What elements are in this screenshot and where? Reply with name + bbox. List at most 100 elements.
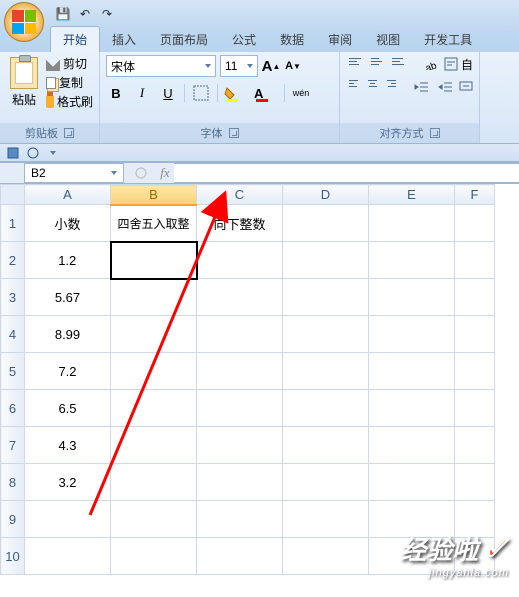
row-header[interactable]: 8 [1,464,25,501]
row-header[interactable]: 9 [1,501,25,538]
orientation-button[interactable]: ab [420,55,440,73]
cell[interactable]: 向下整数 [197,205,283,242]
cell[interactable] [283,390,369,427]
cell[interactable] [197,279,283,316]
cell[interactable] [369,464,455,501]
tab-review[interactable]: 审阅 [316,27,364,52]
col-header-c[interactable]: C [197,185,283,205]
row-header[interactable]: 5 [1,353,25,390]
cell[interactable] [111,427,197,464]
increase-font-button[interactable]: A▲ [262,56,280,76]
clipboard-launcher-icon[interactable] [64,128,74,138]
tab-home[interactable]: 开始 [50,26,100,52]
col-header-d[interactable]: D [283,185,369,205]
undo-icon[interactable]: ↶ [76,5,94,23]
font-launcher-icon[interactable] [229,128,239,138]
cell[interactable] [455,279,495,316]
cell[interactable] [369,427,455,464]
cell[interactable]: 7.2 [25,353,111,390]
col-header-f[interactable]: F [455,185,495,205]
tab-dev[interactable]: 开发工具 [412,27,484,52]
cell[interactable] [283,501,369,538]
tab-view[interactable]: 视图 [364,27,412,52]
underline-button[interactable]: U [158,83,178,103]
align-right-button[interactable] [384,77,399,95]
cell[interactable] [197,390,283,427]
fill-color-button[interactable] [224,83,248,103]
col-header-b[interactable]: B [111,185,197,205]
copy-button[interactable]: 复制 [46,74,93,91]
align-left-button[interactable] [346,77,361,95]
office-button[interactable] [4,2,44,42]
aux-button-1[interactable] [4,146,22,160]
cell[interactable]: 3.2 [25,464,111,501]
cell[interactable] [283,279,369,316]
row-header[interactable]: 1 [1,205,25,242]
cell[interactable]: 小数 [25,205,111,242]
cell[interactable] [283,538,369,575]
cell[interactable] [197,501,283,538]
cell[interactable] [111,464,197,501]
cell[interactable] [455,242,495,279]
cell[interactable] [283,316,369,353]
cell[interactable] [111,353,197,390]
row-header[interactable]: 4 [1,316,25,353]
insert-function-button[interactable]: fx [156,164,174,182]
cell[interactable] [25,538,111,575]
cancel-formula-button[interactable] [132,164,150,182]
cell[interactable] [455,316,495,353]
wrap-text-button[interactable]: 自 [444,55,473,73]
name-box[interactable]: B2 [24,163,124,183]
cell[interactable] [25,501,111,538]
decrease-indent-button[interactable] [411,77,431,95]
cell[interactable] [197,464,283,501]
redo-icon[interactable]: ↷ [98,5,116,23]
cell[interactable]: 4.3 [25,427,111,464]
phonetic-button[interactable]: wén [291,83,311,103]
aux-button-2[interactable] [24,146,42,160]
save-icon[interactable]: 💾 [54,5,72,23]
align-center-button[interactable] [365,77,380,95]
row-header[interactable]: 2 [1,242,25,279]
cell[interactable] [369,242,455,279]
align-middle-button[interactable] [368,55,386,73]
bold-button[interactable]: B [106,83,126,103]
align-bottom-button[interactable] [389,55,407,73]
increase-indent-button[interactable] [435,77,455,95]
cell[interactable] [111,538,197,575]
cell[interactable] [111,279,197,316]
cell[interactable] [197,538,283,575]
row-header[interactable]: 3 [1,279,25,316]
align-top-button[interactable] [346,55,364,73]
select-all-corner[interactable] [1,185,25,205]
cell[interactable] [283,353,369,390]
paste-button[interactable]: 粘贴 [6,55,42,110]
row-header[interactable]: 10 [1,538,25,575]
tab-data[interactable]: 数据 [268,27,316,52]
cell[interactable]: 四舍五入取整 [111,205,197,242]
cell[interactable] [369,353,455,390]
merge-button[interactable] [459,77,473,95]
cell[interactable] [369,390,455,427]
font-name-select[interactable]: 宋体 [106,55,216,77]
col-header-a[interactable]: A [25,185,111,205]
border-button[interactable] [191,83,211,103]
cell[interactable] [369,279,455,316]
format-painter-button[interactable]: 格式刷 [46,93,93,110]
cell[interactable] [455,427,495,464]
align-launcher-icon[interactable] [430,128,440,138]
font-color-button[interactable]: A [254,83,278,103]
cell[interactable]: 8.99 [25,316,111,353]
cell[interactable] [369,316,455,353]
row-header[interactable]: 6 [1,390,25,427]
cell[interactable] [111,390,197,427]
cell[interactable] [197,427,283,464]
cell[interactable] [283,464,369,501]
cell[interactable] [455,353,495,390]
cell[interactable] [111,501,197,538]
cell[interactable] [283,427,369,464]
formula-bar[interactable] [174,163,519,183]
cell[interactable]: 1.2 [25,242,111,279]
italic-button[interactable]: I [132,83,152,103]
tab-formula[interactable]: 公式 [220,27,268,52]
